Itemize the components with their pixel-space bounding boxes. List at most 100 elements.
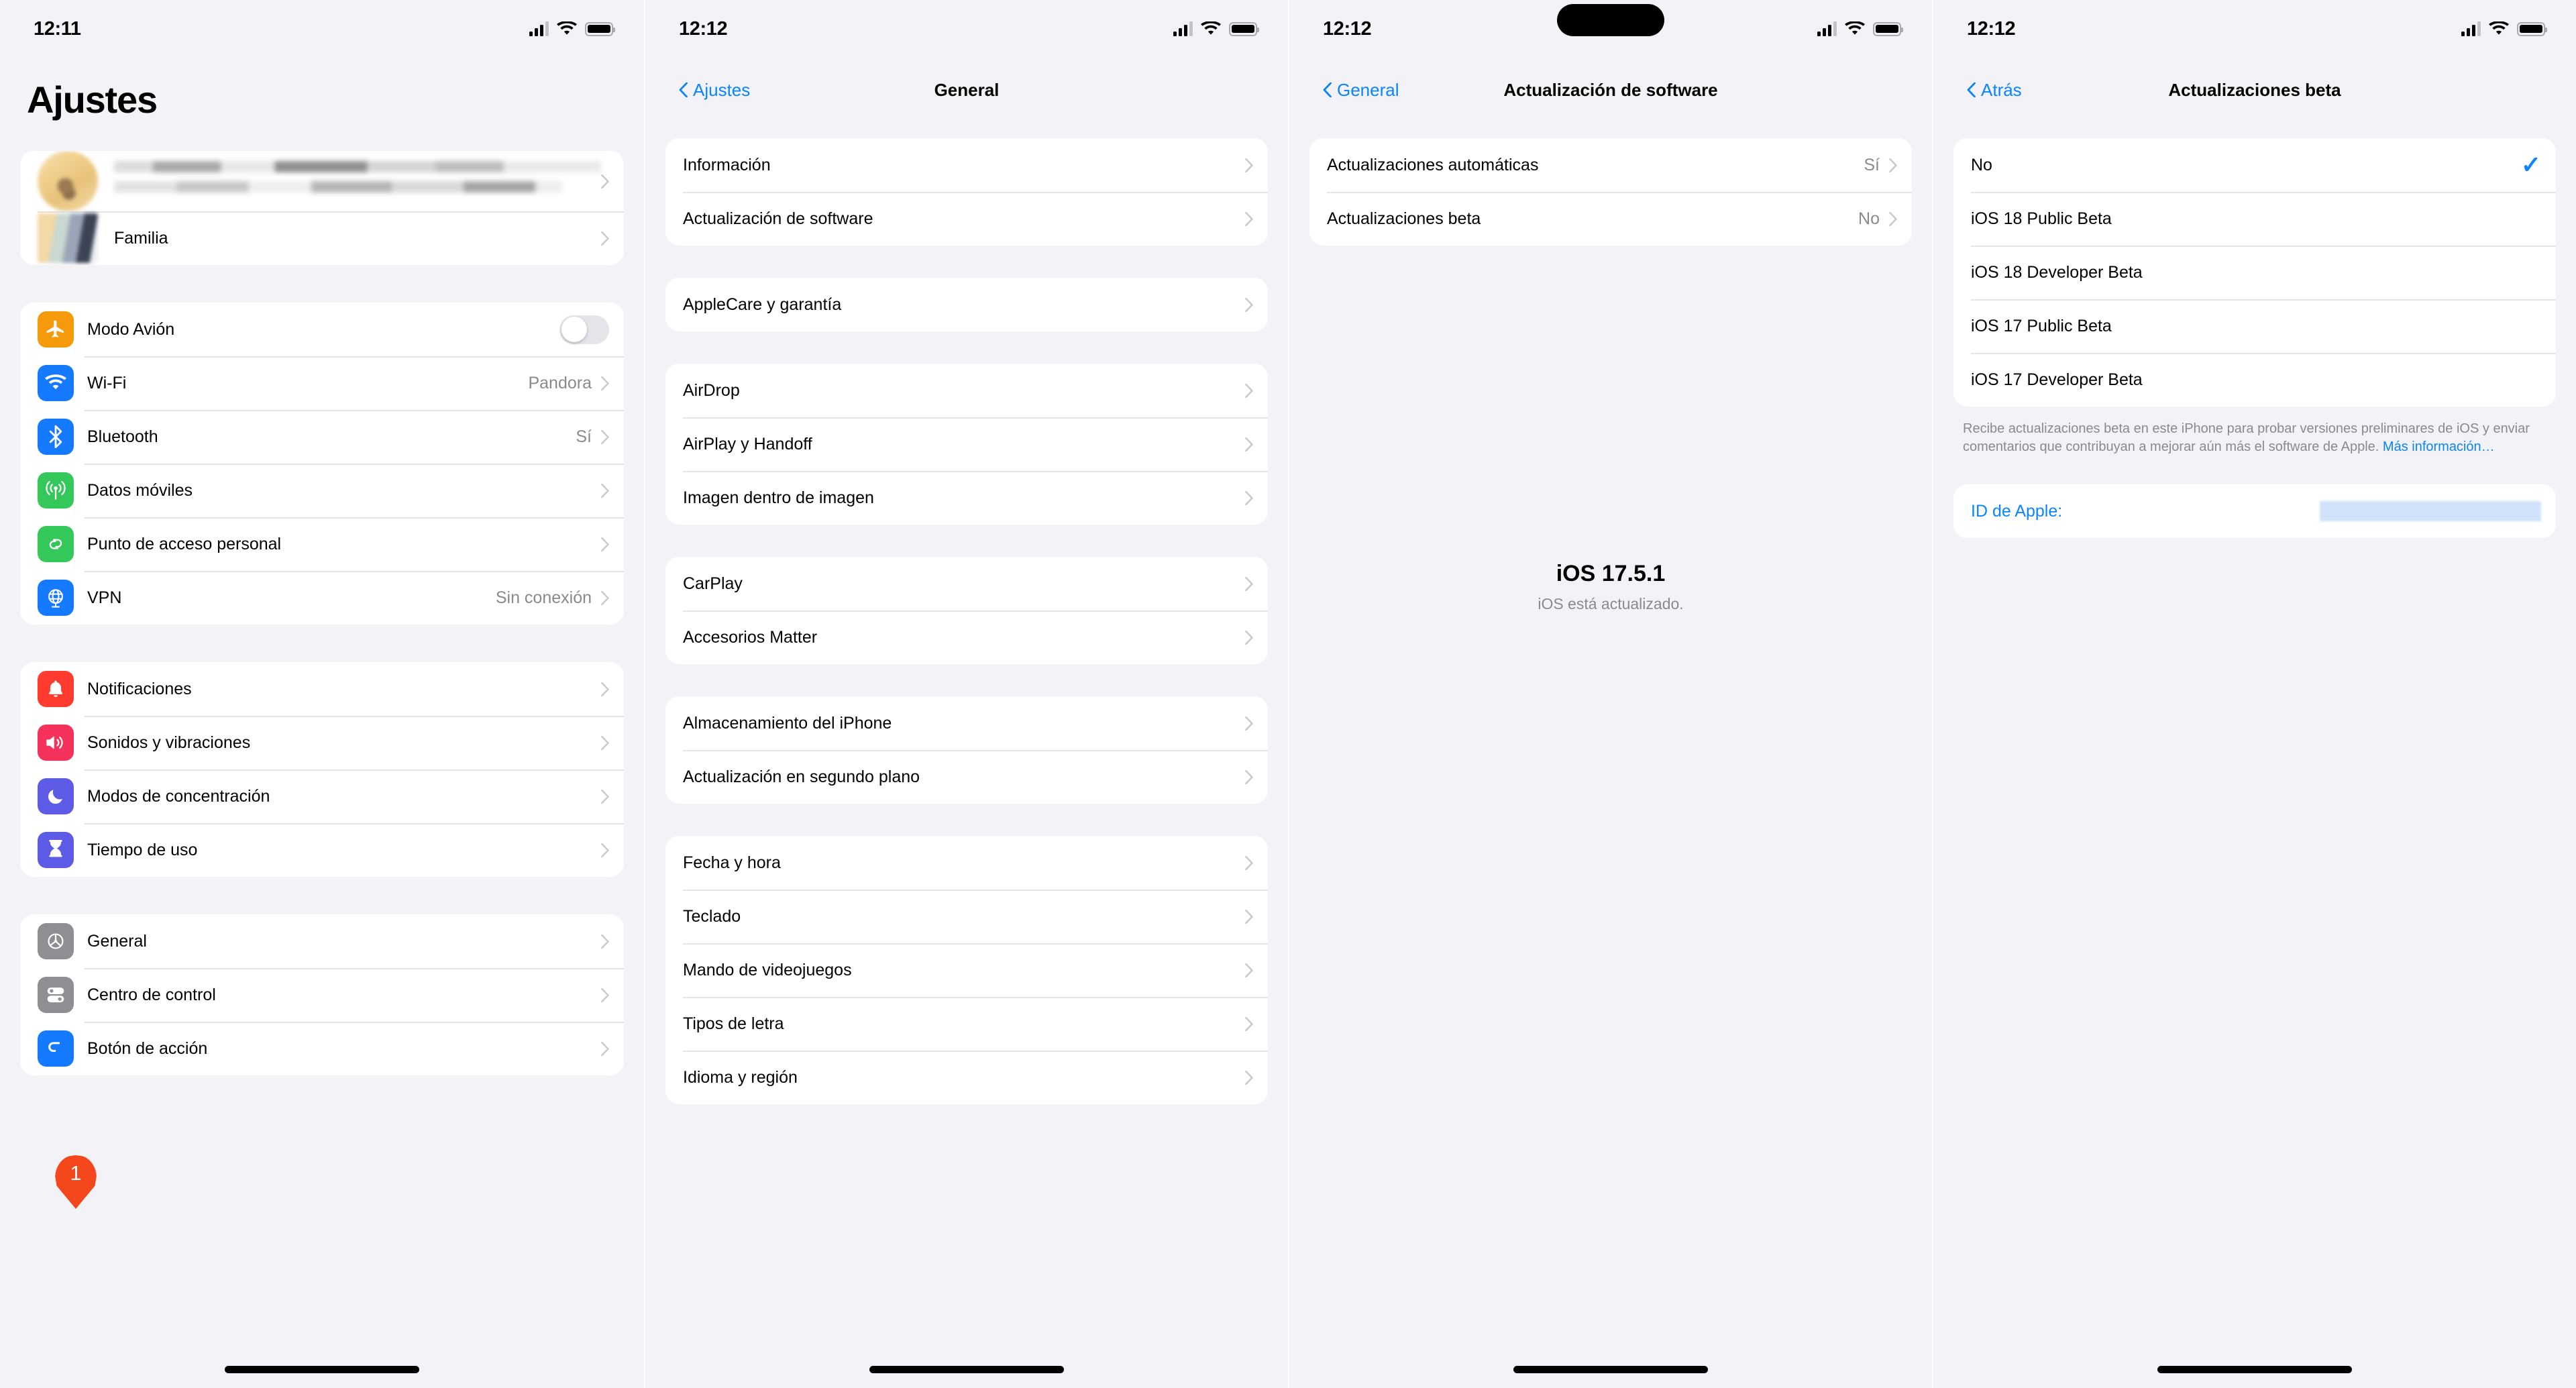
status-indicators [1817, 12, 1903, 36]
row-label: Idioma y región [683, 1067, 798, 1087]
chevron-right-icon [601, 1041, 609, 1056]
settings-row-action-button[interactable]: Botón de acción [20, 1022, 624, 1075]
chevron-right-icon [1245, 1070, 1253, 1085]
avatar [38, 151, 98, 211]
chevron-left-icon [679, 83, 688, 97]
general-group-1: Información Actualización de software [665, 138, 1268, 246]
control-center-icon [38, 977, 74, 1013]
general-row-game-controller[interactable]: Mando de videojuegos [665, 943, 1268, 997]
row-label: AirDrop [683, 380, 740, 400]
apple-account-row[interactable] [20, 151, 624, 211]
settings-row-screen-time[interactable]: Tiempo de uso [20, 823, 624, 877]
settings-row-hotspot[interactable]: Punto de acceso personal [20, 517, 624, 571]
chevron-right-icon [1245, 297, 1253, 312]
battery-icon [585, 21, 615, 36]
general-row-language-region[interactable]: Idioma y región [665, 1051, 1268, 1104]
back-label: General [1337, 79, 1399, 100]
settings-row-notifications[interactable]: Notificaciones [20, 662, 624, 716]
back-button[interactable]: General [1323, 80, 1399, 101]
beta-option-ios18-developer[interactable]: iOS 18 Developer Beta [1953, 246, 2556, 299]
general-row-keyboard[interactable]: Teclado [665, 890, 1268, 943]
battery-icon [1873, 21, 1903, 36]
screenshot-stage: 12:11 Ajustes Familia Modo Avión Wi-Fi P… [0, 0, 2576, 1388]
hotspot-icon [38, 526, 74, 562]
settings-row-vpn[interactable]: VPN Sin conexión [20, 571, 624, 625]
row-label: CarPlay [683, 574, 743, 593]
chevron-right-icon [1245, 158, 1253, 172]
chevron-right-icon [601, 483, 609, 498]
chevron-right-icon [601, 537, 609, 551]
row-label: Modo Avión [87, 319, 175, 339]
settings-row-bluetooth[interactable]: Bluetooth Sí [20, 410, 624, 464]
chevron-right-icon [601, 590, 609, 605]
airplane-mode-toggle[interactable] [559, 315, 609, 344]
row-beta-updates[interactable]: Actualizaciones beta No [1309, 192, 1912, 246]
chevron-right-icon [601, 429, 609, 444]
account-name-redacted [114, 161, 601, 201]
row-value: Sin conexión [495, 588, 592, 607]
family-row[interactable]: Familia [20, 211, 624, 265]
dynamic-island [1557, 4, 1664, 36]
settings-row-sounds[interactable]: Sonidos y vibraciones [20, 716, 624, 769]
nav-bar: Atrás Actualizaciones beta [1933, 68, 2576, 111]
general-row-applecare[interactable]: AppleCare y garantía [665, 278, 1268, 331]
status-bar: 12:12 [1289, 0, 1932, 48]
moon-icon [38, 778, 74, 814]
apple-id-value-redacted [2320, 501, 2541, 521]
row-label: Fecha y hora [683, 853, 781, 872]
beta-option-ios17-developer[interactable]: iOS 17 Developer Beta [1953, 353, 2556, 407]
chevron-right-icon [601, 843, 609, 857]
bluetooth-icon [38, 419, 74, 455]
general-row-pip[interactable]: Imagen dentro de imagen [665, 471, 1268, 525]
row-label: Botón de acción [87, 1038, 208, 1058]
settings-row-cellular[interactable]: Datos móviles [20, 464, 624, 517]
beta-option-ios18-public[interactable]: iOS 18 Public Beta [1953, 192, 2556, 246]
row-label: Actualizaciones automáticas [1327, 155, 1539, 174]
row-label: AppleCare y garantía [683, 295, 842, 314]
chevron-right-icon [1245, 576, 1253, 591]
settings-row-control-center[interactable]: Centro de control [20, 968, 624, 1022]
chevron-right-icon [601, 934, 609, 949]
wifi-icon [1201, 21, 1221, 36]
status-time: 12:12 [1967, 17, 2016, 40]
back-button[interactable]: Atrás [1967, 80, 2022, 101]
status-time: 12:12 [679, 17, 728, 40]
cellular-signal-icon [1817, 21, 1837, 36]
chevron-right-icon [1245, 1016, 1253, 1031]
general-row-airplay[interactable]: AirPlay y Handoff [665, 417, 1268, 471]
settings-row-general[interactable]: General [20, 914, 624, 968]
family-label: Familia [114, 228, 168, 248]
general-row-software-update[interactable]: Actualización de software [665, 192, 1268, 246]
wifi-icon [1845, 21, 1865, 36]
status-time: 12:12 [1323, 17, 1372, 40]
row-label: Almacenamiento del iPhone [683, 713, 892, 733]
chevron-left-icon [1323, 83, 1332, 97]
more-info-link[interactable]: Más información… [2383, 439, 2495, 454]
general-row-informacion[interactable]: Información [665, 138, 1268, 192]
general-row-date-time[interactable]: Fecha y hora [665, 836, 1268, 890]
apple-id-row[interactable]: ID de Apple: [1953, 484, 2556, 538]
chevron-right-icon [1245, 437, 1253, 451]
panel-general: 12:12 Ajustes General Información Actual… [644, 0, 1288, 1388]
general-row-background-refresh[interactable]: Actualización en segundo plano [665, 750, 1268, 804]
settings-row-focus[interactable]: Modos de concentración [20, 769, 624, 823]
beta-option-ios17-public[interactable]: iOS 17 Public Beta [1953, 299, 2556, 353]
row-value: No [1858, 209, 1880, 228]
chevron-right-icon [1245, 963, 1253, 977]
panel-beta-updates: 12:12 Atrás Actualizaciones beta No ✓ iO… [1932, 0, 2576, 1388]
row-automatic-updates[interactable]: Actualizaciones automáticas Sí [1309, 138, 1912, 192]
settings-row-airplane-mode[interactable]: Modo Avión [20, 303, 624, 356]
row-label: Centro de control [87, 985, 216, 1004]
back-button[interactable]: Ajustes [679, 80, 750, 101]
general-row-fonts[interactable]: Tipos de letra [665, 997, 1268, 1051]
general-row-carplay[interactable]: CarPlay [665, 557, 1268, 610]
settings-row-wifi[interactable]: Wi-Fi Pandora [20, 356, 624, 410]
general-row-matter[interactable]: Accesorios Matter [665, 610, 1268, 664]
row-label: iOS 17 Public Beta [1971, 316, 2112, 335]
beta-option-none[interactable]: No ✓ [1953, 138, 2556, 192]
row-label: Notificaciones [87, 679, 192, 698]
general-row-airdrop[interactable]: AirDrop [665, 364, 1268, 417]
general-row-storage[interactable]: Almacenamiento del iPhone [665, 696, 1268, 750]
airplane-icon [38, 311, 74, 348]
speaker-icon [38, 725, 74, 761]
